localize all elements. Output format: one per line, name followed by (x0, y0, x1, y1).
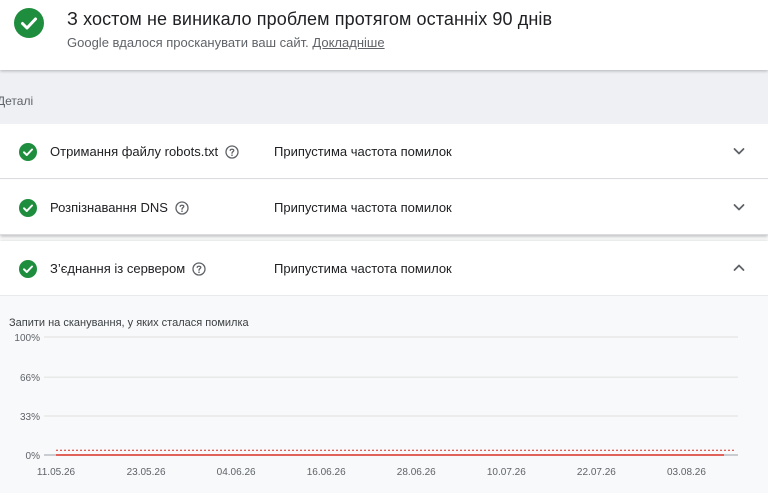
details-label: Деталі (0, 94, 34, 108)
row-robots-txt[interactable]: Отримання файлу robots.txt Припустима ча… (0, 124, 768, 179)
row-server-connection-expanded: З’єднання із сервером Припустима частота… (0, 241, 768, 493)
y-tick-label: 66% (20, 373, 40, 384)
status-subtitle: Google вдалося просканувати ваш сайт. До… (67, 35, 385, 50)
row-dns[interactable]: Розпізнавання DNS Припустима частота пом… (0, 180, 768, 235)
y-tick-label: 0% (26, 451, 41, 462)
row-status: Припустима частота помилок (274, 200, 452, 215)
status-header: З хостом не виникало проблем протягом ос… (0, 0, 768, 70)
details-section-header: Деталі (0, 70, 768, 125)
row-name: Отримання файлу robots.txt (50, 144, 239, 159)
row-server-connection[interactable]: З’єднання із сервером Припустима частота… (0, 241, 768, 296)
chevron-down-icon[interactable] (732, 200, 746, 214)
check-circle-icon (19, 143, 37, 161)
x-tick-label: 22.07.26 (577, 467, 616, 478)
x-tick-label: 28.06.26 (397, 467, 436, 478)
page-title: З хостом не виникало проблем протягом ос… (67, 9, 553, 29)
help-icon[interactable] (225, 144, 239, 159)
row-name: Розпізнавання DNS (50, 200, 189, 215)
y-tick-label: 100% (14, 333, 40, 344)
check-circle-icon (14, 8, 44, 38)
x-tick-label: 03.08.26 (667, 467, 706, 478)
x-tick-label: 04.06.26 (217, 467, 256, 478)
row-status: Припустима частота помилок (274, 261, 452, 276)
check-circle-icon (19, 199, 37, 217)
help-icon[interactable] (192, 261, 206, 276)
error-rate-chart: 100% 66% 33% 0% 11.05.26 23.05.26 04.06.26 16.0… (14, 333, 738, 478)
chevron-down-icon[interactable] (732, 144, 746, 158)
row-status: Припустима частота помилок (274, 144, 452, 159)
chevron-up-icon[interactable] (732, 261, 746, 275)
check-circle-icon (19, 260, 37, 278)
y-tick-label: 33% (20, 412, 40, 423)
help-icon[interactable] (175, 200, 189, 215)
x-tick-label: 11.05.26 (37, 467, 76, 478)
row-name-text: З’єднання із сервером (50, 261, 186, 276)
x-tick-label: 16.06.26 (307, 467, 346, 478)
row-name: З’єднання із сервером (50, 261, 206, 276)
subtitle-text: Google вдалося просканувати ваш сайт. (67, 35, 309, 50)
row-name-text: Отримання файлу robots.txt (50, 144, 219, 159)
learn-more-link[interactable]: Докладніше (312, 35, 384, 50)
x-tick-label: 23.05.26 (127, 467, 166, 478)
row-name-text: Розпізнавання DNS (50, 200, 168, 215)
x-tick-label: 10.07.26 (487, 467, 526, 478)
